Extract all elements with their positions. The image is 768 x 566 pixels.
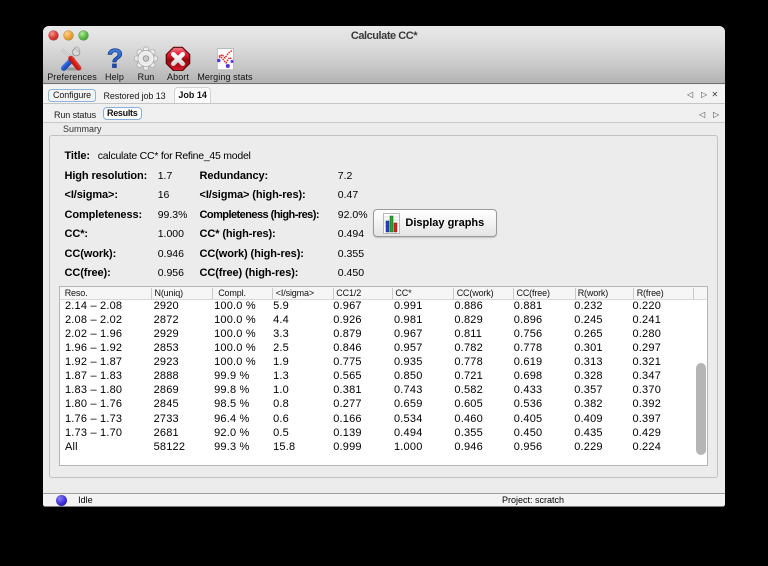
svg-text:?: ?: [106, 46, 123, 71]
